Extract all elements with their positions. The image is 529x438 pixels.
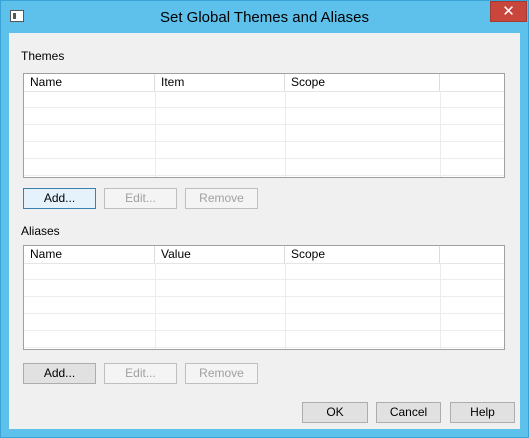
window-title: Set Global Themes and Aliases	[159, 9, 369, 26]
table-row	[24, 314, 504, 331]
table-row	[24, 297, 504, 314]
cancel-button[interactable]: Cancel	[376, 402, 441, 423]
table-row	[24, 125, 504, 142]
dialog-client-area: Themes Name Item Scope Add... Edit... Re…	[9, 33, 520, 429]
themes-col-item[interactable]: Item	[155, 74, 285, 91]
themes-list[interactable]: Name Item Scope	[23, 73, 505, 178]
table-row	[24, 280, 504, 297]
dialog-window: Set Global Themes and Aliases ✕ Themes N…	[0, 0, 529, 438]
aliases-list[interactable]: Name Value Scope	[23, 245, 505, 350]
themes-add-button[interactable]: Add...	[23, 188, 96, 209]
aliases-add-button[interactable]: Add...	[23, 363, 96, 384]
themes-col-name[interactable]: Name	[24, 74, 155, 91]
themes-label: Themes	[21, 49, 65, 63]
themes-edit-button[interactable]: Edit...	[104, 188, 177, 209]
table-row	[24, 142, 504, 159]
table-row	[24, 263, 504, 280]
table-row	[24, 108, 504, 125]
aliases-remove-button[interactable]: Remove	[185, 363, 258, 384]
aliases-edit-button[interactable]: Edit...	[104, 363, 177, 384]
themes-list-header: Name Item Scope	[24, 74, 504, 92]
aliases-list-header: Name Value Scope	[24, 246, 504, 264]
close-button[interactable]: ✕	[490, 1, 527, 22]
ok-button[interactable]: OK	[302, 402, 368, 423]
themes-col-scope[interactable]: Scope	[285, 74, 440, 91]
table-row	[24, 159, 504, 176]
close-icon: ✕	[502, 3, 515, 20]
aliases-col-scope[interactable]: Scope	[285, 246, 440, 263]
title-bar[interactable]: Set Global Themes and Aliases ✕	[1, 1, 528, 33]
help-button[interactable]: Help	[450, 402, 515, 423]
table-row	[24, 91, 504, 108]
aliases-label: Aliases	[21, 224, 60, 238]
aliases-col-name[interactable]: Name	[24, 246, 155, 263]
table-row	[24, 331, 504, 348]
aliases-col-value[interactable]: Value	[155, 246, 285, 263]
themes-remove-button[interactable]: Remove	[185, 188, 258, 209]
